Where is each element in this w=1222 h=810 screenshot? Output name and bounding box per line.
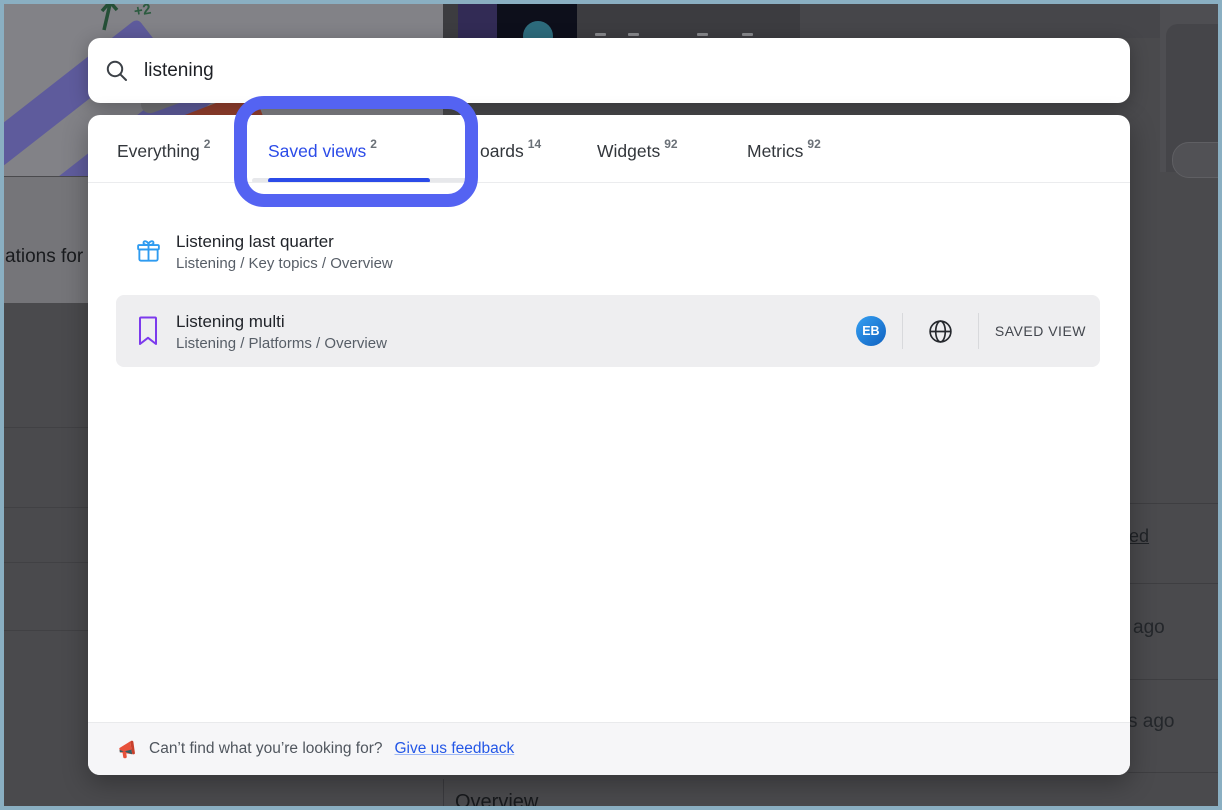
background-text-fragment <box>742 33 753 36</box>
background-timestamp: ago <box>1133 617 1165 639</box>
tab-dashboards[interactable]: oards14 <box>480 137 541 162</box>
chart-annotation: +2 <box>133 4 153 20</box>
background-avatar-image <box>497 4 577 38</box>
background-divider <box>443 779 444 806</box>
result-row-listening-multi[interactable]: Listening multi Listening / Platforms / … <box>116 295 1100 367</box>
footer-prompt: Can’t find what you’re looking for? <box>149 740 383 758</box>
background-right-pill <box>1172 142 1220 178</box>
result-text: Listening last quarter Listening / Key t… <box>176 230 393 273</box>
background-row-divider <box>1128 583 1218 584</box>
feedback-link[interactable]: Give us feedback <box>395 740 515 758</box>
tab-widgets[interactable]: Widgets92 <box>597 137 678 162</box>
meta-divider <box>978 313 979 349</box>
background-row-divider <box>4 630 88 631</box>
result-title: Listening multi <box>176 310 387 333</box>
saved-view-badge: SAVED VIEW <box>995 323 1086 339</box>
background-row-divider <box>1128 679 1218 680</box>
search-icon <box>105 59 129 83</box>
bookmark-icon <box>134 315 162 347</box>
modal-footer: Can’t find what you’re looking for? Give… <box>88 722 1130 775</box>
background-card <box>4 177 88 303</box>
background-row-divider <box>4 427 88 428</box>
result-meta: EB SAVED VIEW <box>856 313 1100 349</box>
megaphone-icon <box>118 739 139 760</box>
background-topbar-right <box>800 4 1160 38</box>
tab-everything[interactable]: Everything2 <box>117 137 210 162</box>
background-row-divider <box>4 562 88 563</box>
result-breadcrumb: Listening / Platforms / Overview <box>176 334 387 353</box>
gift-icon <box>134 238 162 265</box>
background-column-header: ed <box>1129 526 1149 547</box>
search-results-panel: Everything2 Saved views2 oards14 Widgets… <box>88 115 1130 775</box>
background-row-divider <box>1128 772 1218 773</box>
background-text-fragment <box>595 33 606 36</box>
background-timestamp: s ago <box>1128 711 1174 733</box>
result-title: Listening last quarter <box>176 230 393 253</box>
tab-metrics[interactable]: Metrics92 <box>747 137 821 162</box>
tab-bar-divider <box>88 182 1130 183</box>
background-row-divider <box>4 507 88 508</box>
result-row-listening-last-quarter[interactable]: Listening last quarter Listening / Key t… <box>116 215 1100 287</box>
background-left-text: ations for <box>5 246 83 268</box>
background-text-fragment <box>697 33 708 36</box>
background-thumbnail <box>458 4 497 38</box>
tab-saved-views[interactable]: Saved views2 <box>268 137 377 162</box>
result-breadcrumb: Listening / Key topics / Overview <box>176 254 393 273</box>
background-bottom-tab: Overview <box>455 791 538 810</box>
result-text: Listening multi Listening / Platforms / … <box>176 310 387 353</box>
meta-divider <box>902 313 903 349</box>
avatar: EB <box>856 316 886 346</box>
globe-icon <box>927 318 954 345</box>
background-text-fragment <box>628 33 639 36</box>
screenshot-root: +2 ations for ed ago s ago <box>0 0 1222 810</box>
background-row-divider <box>1128 503 1218 504</box>
search-input[interactable] <box>142 59 1066 83</box>
growth-arrow-icon <box>90 4 136 32</box>
background-topbar <box>443 4 1160 38</box>
search-box <box>88 38 1130 103</box>
